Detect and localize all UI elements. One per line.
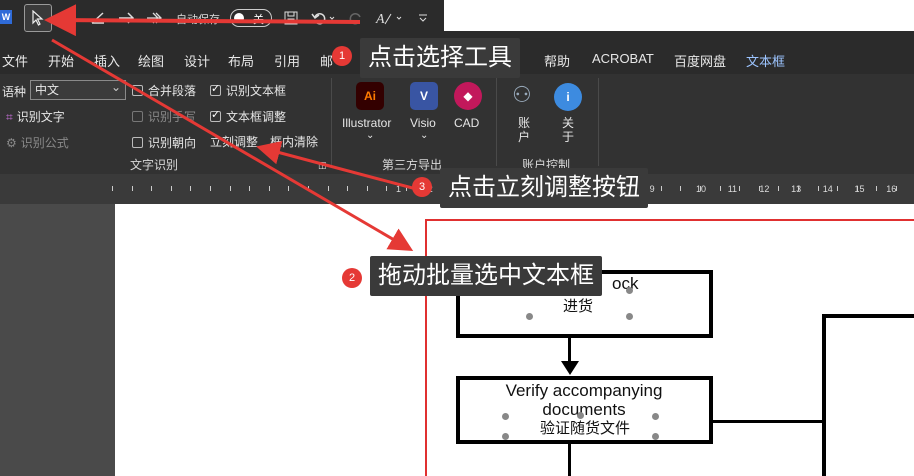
step-badge: 2 bbox=[342, 268, 362, 288]
step-callout-3: 点击立刻调整按钮 bbox=[440, 168, 648, 208]
step-callout-2: 拖动批量选中文本框 bbox=[370, 256, 602, 296]
step-badge: 1 bbox=[332, 46, 352, 66]
arrow-to-adjust-now bbox=[256, 141, 421, 192]
arrow-drag-selection bbox=[51, 38, 414, 252]
step-callout-1: 点击选择工具 bbox=[360, 38, 520, 78]
arrow-to-select-tool bbox=[44, 4, 361, 37]
step-badge: 3 bbox=[412, 177, 432, 197]
